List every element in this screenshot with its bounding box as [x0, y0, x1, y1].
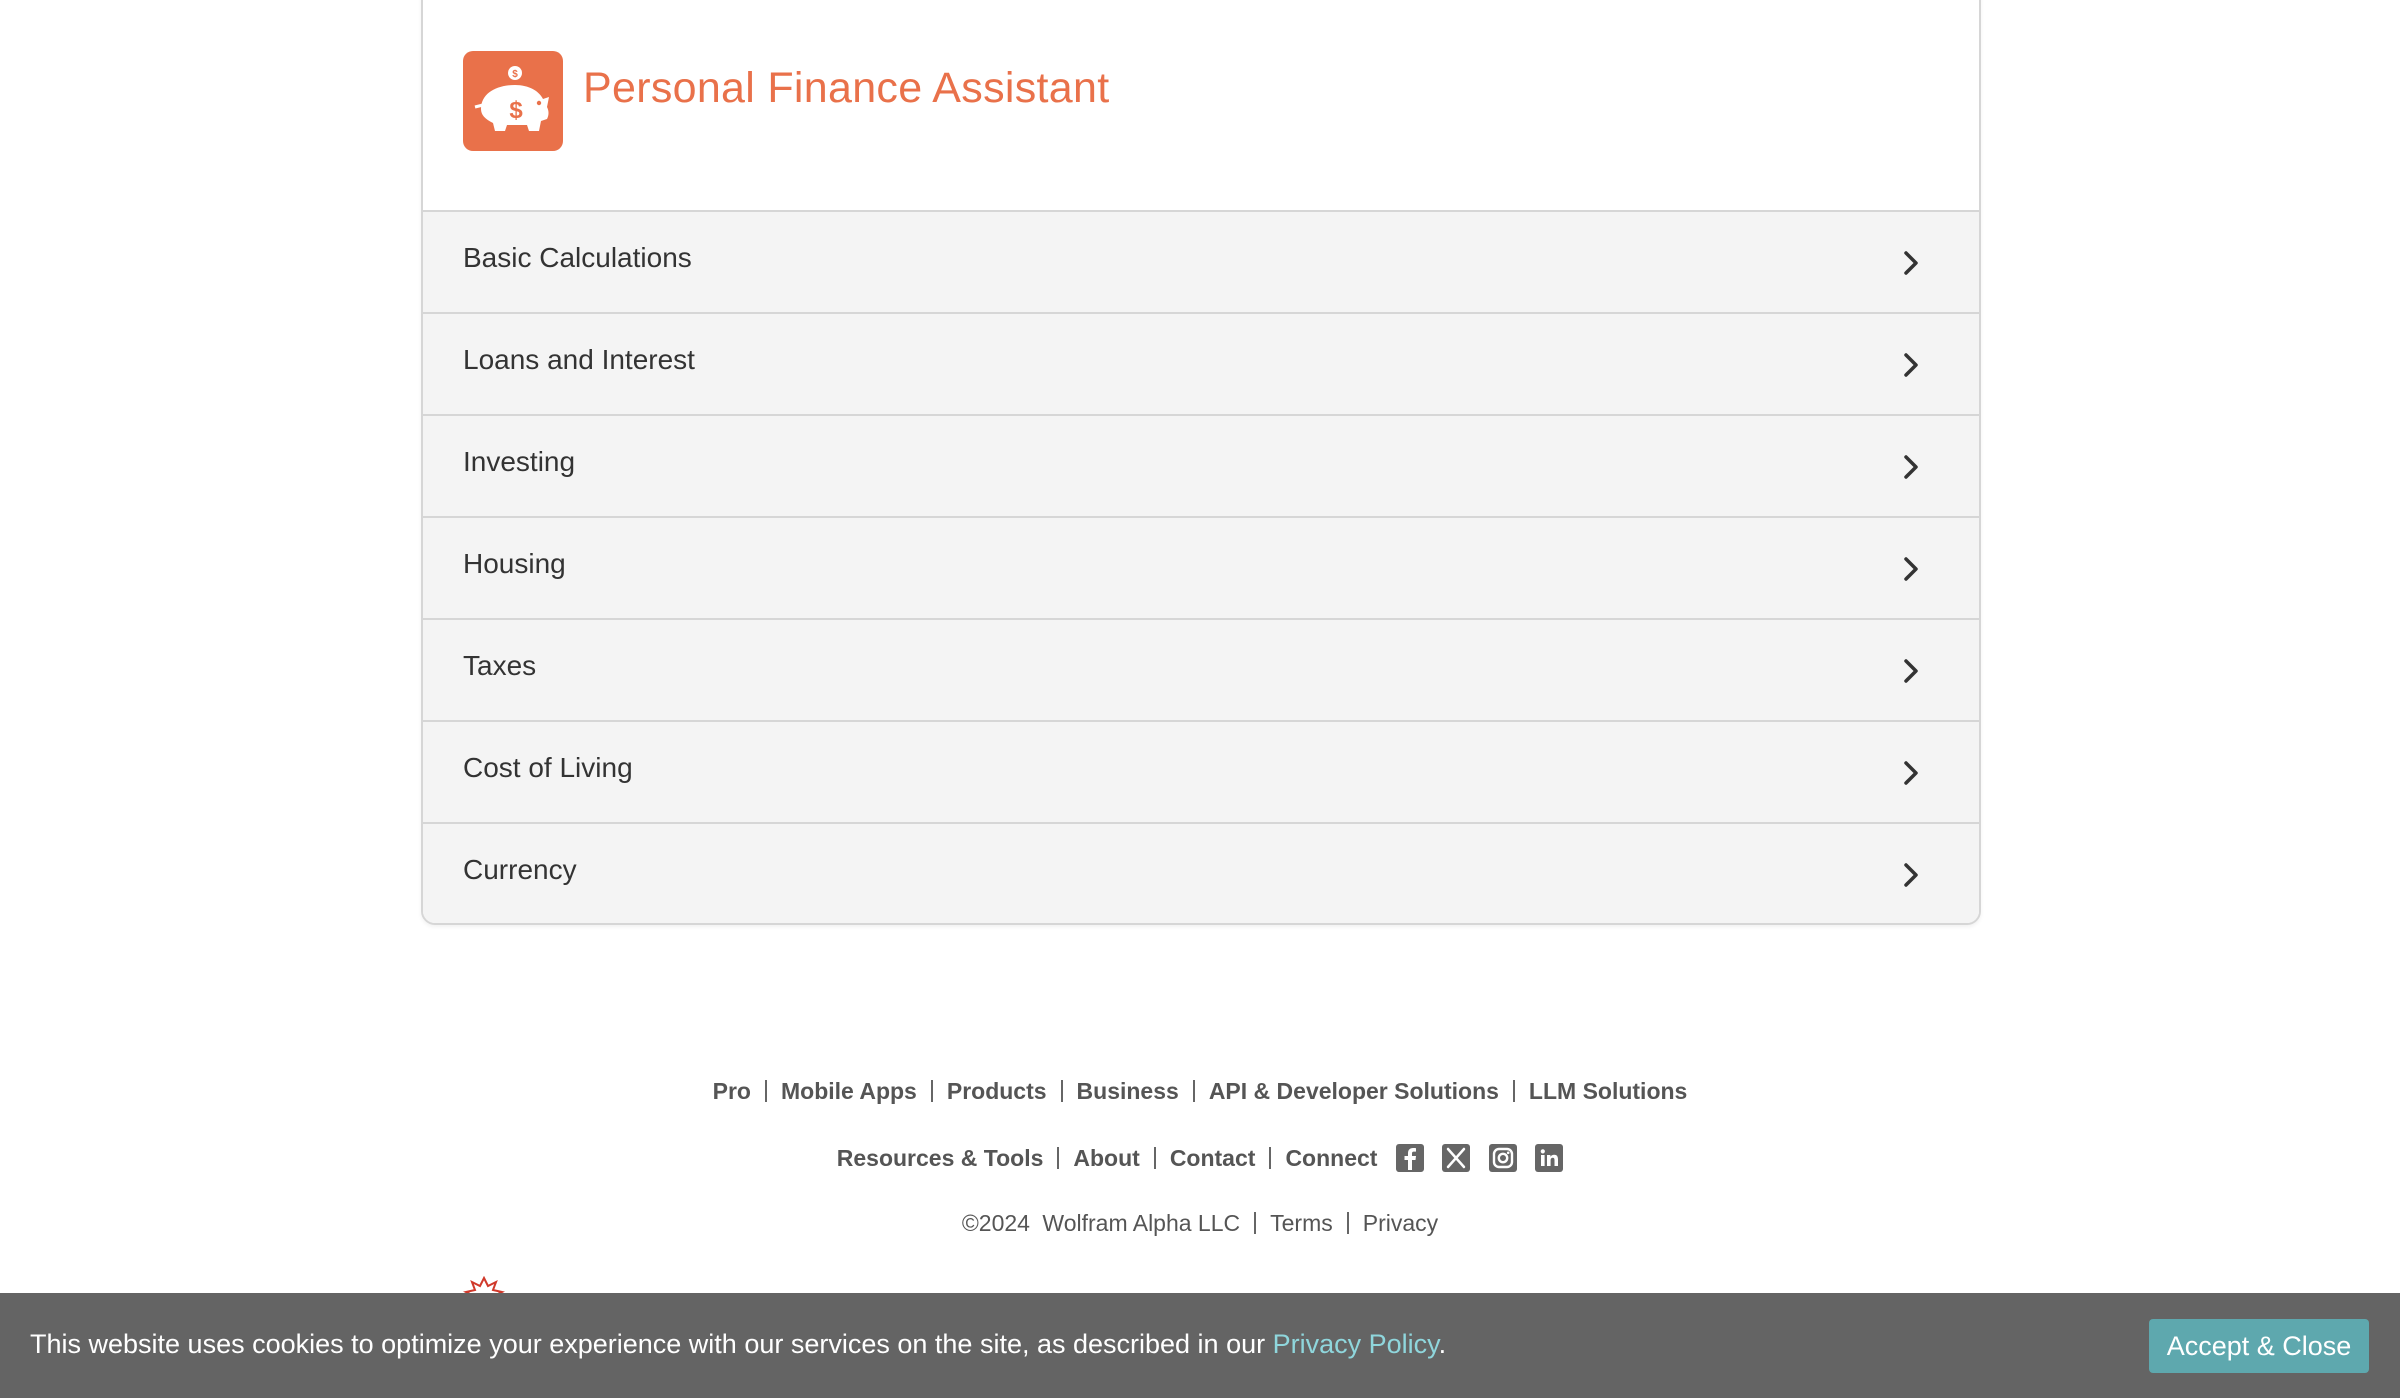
menu-item-label: Currency	[463, 854, 577, 885]
finance-assistant-card: $ $ Personal Finance Assistant Basic Cal…	[421, 0, 1981, 925]
footer-divider	[1254, 1212, 1257, 1234]
x-twitter-icon[interactable]	[1442, 1144, 1471, 1172]
footer-link-privacy[interactable]: Privacy	[1363, 1210, 1438, 1236]
footer-divider	[1346, 1212, 1349, 1234]
menu-item-cost-of-living[interactable]: Cost of Living	[423, 722, 1979, 824]
footer-nav-secondary: Resources & Tools About Contact Connect	[0, 1144, 2400, 1172]
menu-item-taxes[interactable]: Taxes	[423, 620, 1979, 722]
chevron-right-icon	[1904, 659, 1918, 683]
chevron-right-icon	[1904, 251, 1918, 275]
footer-nav-primary: Pro Mobile Apps Products Business API & Deve…	[0, 1078, 2400, 1105]
footer-divider	[1057, 1147, 1060, 1169]
menu-item-basic-calculations[interactable]: Basic Calculations	[423, 212, 1979, 314]
accept-close-button[interactable]: Accept & Close	[2149, 1319, 2369, 1373]
instagram-icon[interactable]	[1488, 1144, 1517, 1172]
chevron-right-icon	[1904, 863, 1918, 887]
footer-link-mobile-apps[interactable]: Mobile Apps	[781, 1078, 917, 1104]
footer-link-api-developer[interactable]: API & Developer Solutions	[1209, 1078, 1499, 1104]
company-name: Wolfram Alpha LLC	[1042, 1210, 1241, 1236]
footer-divider	[1512, 1080, 1515, 1102]
menu-item-label: Loans and Interest	[463, 344, 695, 375]
footer-link-products[interactable]: Products	[947, 1078, 1047, 1104]
page-title: Personal Finance Assistant	[583, 64, 1110, 112]
footer-divider	[1153, 1147, 1156, 1169]
chevron-right-icon	[1904, 455, 1918, 479]
footer-legal: ©2024 Wolfram Alpha LLC Terms Privacy	[0, 1210, 2400, 1237]
cookie-period: .	[1438, 1329, 1447, 1359]
cookie-message: This website uses cookies to optimize yo…	[30, 1329, 1446, 1360]
privacy-policy-link[interactable]: Privacy Policy	[1273, 1329, 1439, 1359]
footer-link-connect[interactable]: Connect	[1285, 1145, 1377, 1171]
footer-divider	[1192, 1080, 1195, 1102]
menu-item-housing[interactable]: Housing	[423, 518, 1979, 620]
footer-divider	[764, 1080, 767, 1102]
footer-link-terms[interactable]: Terms	[1270, 1210, 1333, 1236]
menu-item-label: Housing	[463, 548, 566, 579]
footer-divider	[1060, 1080, 1063, 1102]
svg-text:$: $	[512, 69, 518, 80]
menu-item-label: Basic Calculations	[463, 242, 692, 273]
svg-text:$: $	[509, 97, 523, 124]
footer-divider	[1269, 1147, 1272, 1169]
card-header: $ $ Personal Finance Assistant	[423, 0, 1979, 212]
chevron-right-icon	[1904, 761, 1918, 785]
piggy-bank-icon: $ $	[463, 51, 563, 151]
menu-item-label: Taxes	[463, 650, 537, 681]
linkedin-icon[interactable]	[1535, 1144, 1564, 1172]
footer-link-contact[interactable]: Contact	[1170, 1145, 1256, 1171]
footer-link-business[interactable]: Business	[1077, 1078, 1179, 1104]
chevron-right-icon	[1904, 353, 1918, 377]
cookie-consent-bar: This website uses cookies to optimize yo…	[0, 1293, 2400, 1398]
copyright-text: ©2024	[961, 1210, 1030, 1236]
footer-link-llm-solutions[interactable]: LLM Solutions	[1529, 1078, 1687, 1104]
cookie-text: This website uses cookies to optimize yo…	[30, 1329, 1266, 1359]
footer-link-about[interactable]: About	[1073, 1145, 1139, 1171]
menu-item-investing[interactable]: Investing	[423, 416, 1979, 518]
footer-link-resources-tools[interactable]: Resources & Tools	[837, 1145, 1044, 1171]
footer-link-pro[interactable]: Pro	[713, 1078, 751, 1104]
chevron-right-icon	[1904, 557, 1918, 581]
menu-item-loans-and-interest[interactable]: Loans and Interest	[423, 314, 1979, 416]
footer-divider	[930, 1080, 933, 1102]
menu-item-label: Investing	[463, 446, 576, 477]
category-menu: Basic Calculations Loans and Interest In…	[423, 212, 1979, 923]
menu-item-currency[interactable]: Currency	[423, 824, 1979, 923]
menu-item-label: Cost of Living	[463, 752, 633, 783]
facebook-icon[interactable]	[1395, 1144, 1424, 1172]
